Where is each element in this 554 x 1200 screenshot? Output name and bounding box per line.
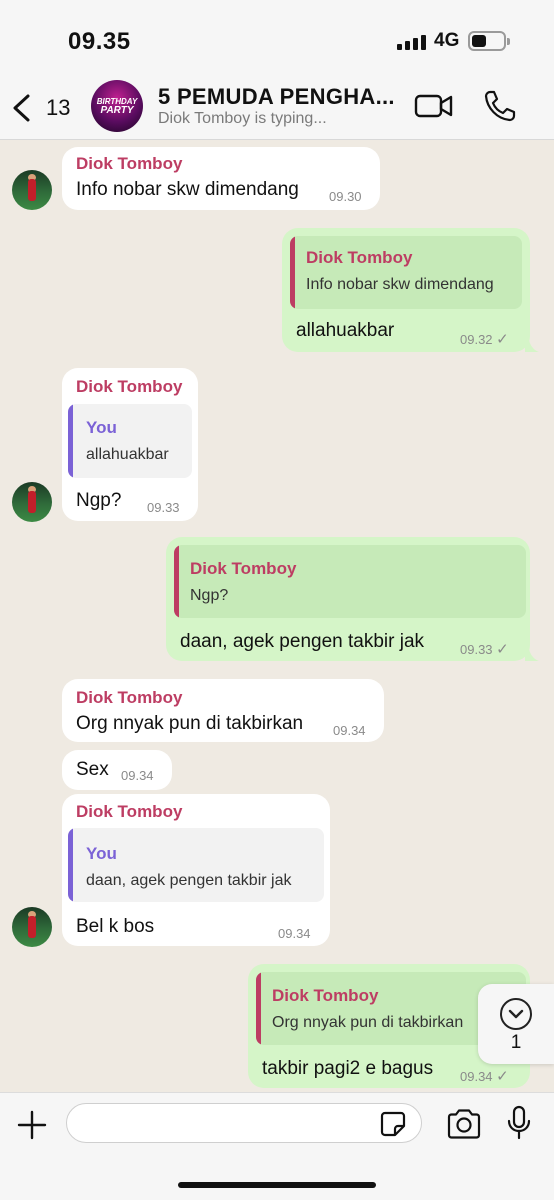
quoted-message[interactable]: Diok Tomboy Ngp? — [174, 545, 526, 618]
message-time: 09.34 — [121, 768, 154, 783]
message-time: 09.33 — [460, 642, 493, 657]
chat-header: 09.35 4G 13 BIRTHDAY PARTY 5 PEMUDA PENG… — [0, 0, 554, 140]
message-bubble-incoming[interactable]: Diok Tomboy Org nnyak pun di takbirkan 0… — [62, 679, 384, 742]
message-bubble-outgoing[interactable]: Diok Tomboy Info nobar skw dimendang all… — [282, 228, 530, 352]
message-text: takbir pagi2 e bagus — [262, 1058, 434, 1079]
message-text: Sex — [76, 759, 109, 780]
sender-avatar[interactable] — [12, 170, 52, 210]
sender-avatar[interactable] — [12, 482, 52, 522]
message-text: allahuakbar — [296, 320, 395, 341]
sender-name: Diok Tomboy — [76, 802, 183, 821]
quoted-message[interactable]: You daan, agek pengen takbir jak — [68, 828, 324, 902]
sender-avatar[interactable] — [12, 907, 52, 947]
message-bubble-outgoing[interactable]: Diok Tomboy Ngp? daan, agek pengen takbi… — [166, 537, 530, 661]
plus-icon[interactable] — [16, 1109, 48, 1141]
network-type: 4G — [434, 30, 460, 51]
sent-check-icon: ✓ — [496, 1068, 509, 1085]
unread-badge: 1 — [510, 1032, 522, 1053]
sent-check-icon: ✓ — [496, 331, 509, 348]
message-text: Ngp? — [76, 490, 122, 511]
typing-status: Diok Tomboy is typing... — [158, 110, 327, 127]
sender-name: Diok Tomboy — [76, 377, 183, 396]
message-bubble-incoming[interactable]: Sex 09.34 — [62, 750, 172, 790]
status-time: 09.35 — [68, 28, 131, 55]
back-button[interactable]: 13 — [10, 88, 90, 128]
back-chevron-icon — [13, 94, 30, 122]
message-bubble-incoming[interactable]: Diok Tomboy You allahuakbar Ngp? 09.33 — [62, 368, 198, 521]
sender-name: Diok Tomboy — [76, 688, 183, 707]
unread-count: 13 — [46, 95, 71, 120]
video-call-icon[interactable] — [414, 88, 454, 124]
camera-icon[interactable] — [446, 1109, 482, 1139]
message-text: Info nobar skw dimendang — [76, 179, 299, 200]
bubble-tail — [525, 338, 539, 352]
bubble-tail — [525, 647, 539, 661]
message-time: 09.33 — [147, 500, 180, 515]
message-bubble-incoming[interactable]: Diok Tomboy Info nobar skw dimendang 09.… — [62, 147, 380, 210]
sticker-icon[interactable] — [380, 1111, 406, 1137]
home-indicator — [178, 1182, 376, 1188]
message-text: Bel k bos — [76, 916, 155, 937]
message-time: 09.34 — [278, 926, 311, 941]
message-text: daan, agek pengen takbir jak — [180, 631, 425, 652]
message-time: 09.32 — [460, 332, 493, 347]
group-avatar[interactable]: BIRTHDAY PARTY — [91, 80, 143, 132]
message-text: Org nnyak pun di takbirkan — [76, 713, 304, 734]
phone-icon[interactable] — [482, 88, 522, 124]
sender-name: Diok Tomboy — [76, 154, 183, 173]
quoted-message[interactable]: You allahuakbar — [68, 404, 192, 478]
sent-check-icon: ✓ — [496, 641, 509, 658]
message-time: 09.34 — [333, 723, 366, 738]
scroll-to-bottom-button[interactable]: 1 — [478, 984, 554, 1064]
microphone-icon[interactable] — [506, 1105, 532, 1141]
message-time: 09.30 — [329, 189, 362, 204]
battery-icon — [468, 31, 510, 51]
quoted-message[interactable]: Diok Tomboy Info nobar skw dimendang — [290, 236, 522, 309]
chevron-down-icon — [500, 998, 532, 1030]
chat-title[interactable]: 5 PEMUDA PENGHA... — [158, 84, 398, 110]
message-input[interactable] — [66, 1103, 422, 1143]
message-time: 09.34 — [460, 1069, 493, 1084]
signal-icon — [397, 34, 427, 50]
message-bubble-incoming[interactable]: Diok Tomboy You daan, agek pengen takbir… — [62, 794, 330, 946]
